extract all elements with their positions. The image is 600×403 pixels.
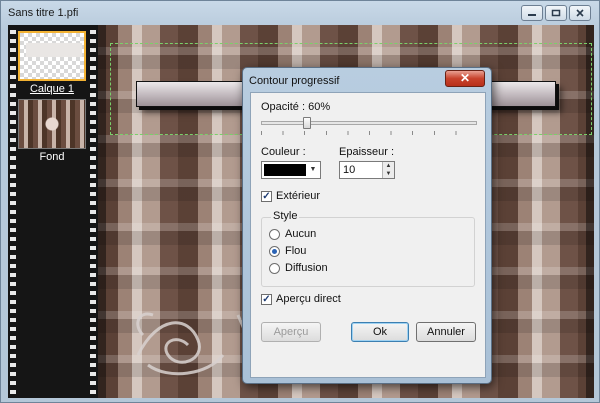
thickness-label: Epaisseur : (339, 146, 395, 158)
preview-button[interactable]: Aperçu (261, 322, 321, 342)
layer-label-calque-1[interactable]: Calque 1 (18, 83, 86, 95)
color-label: Couleur : (261, 146, 306, 158)
live-preview-checkbox[interactable]: ✓ (261, 294, 272, 305)
dialog-body: Opacité : 60% Couleur : ▼ Epaisseur : 10… (250, 92, 486, 378)
minimize-icon[interactable] (521, 5, 543, 21)
exterior-checkbox[interactable]: ✓ (261, 191, 272, 202)
spin-down-icon[interactable]: ▼ (383, 170, 394, 178)
spin-up-icon[interactable]: ▲ (383, 162, 394, 170)
exterior-label: Extérieur (276, 190, 321, 202)
ok-button[interactable]: Ok (351, 322, 409, 342)
window-controls (521, 5, 591, 21)
layer-label-fond[interactable]: Fond (18, 151, 86, 163)
spinner-arrows: ▲ ▼ (382, 162, 394, 178)
opacity-label: Opacité : 60% (261, 101, 331, 113)
opacity-slider-thumb[interactable] (302, 117, 311, 129)
layer-thumbnail-calque-1[interactable] (18, 31, 86, 81)
film-perforation-left (10, 25, 16, 398)
close-icon[interactable] (569, 5, 591, 21)
thickness-spinner[interactable]: 10 ▲ ▼ (339, 161, 395, 179)
workspace: Calque 1 Fond Contour progressif ✕ Opaci… (8, 25, 594, 398)
style-label-diffusion: Diffusion (285, 262, 328, 274)
layer-thumbnail-fond[interactable] (18, 99, 86, 149)
thickness-value[interactable]: 10 (343, 164, 355, 176)
film-perforation-right (90, 25, 96, 398)
style-label-flou: Flou (285, 245, 307, 257)
style-radio-flou[interactable] (269, 246, 280, 257)
color-picker[interactable]: ▼ (261, 161, 321, 179)
color-swatch (264, 164, 306, 176)
style-group-label: Style (271, 210, 300, 222)
window-title: Sans titre 1.pfi (8, 7, 79, 19)
maximize-icon[interactable] (545, 5, 567, 21)
style-radio-aucun[interactable] (269, 229, 280, 240)
cancel-button[interactable]: Annuler (416, 322, 476, 342)
style-label-aucun: Aucun (285, 228, 317, 240)
opacity-slider-ticks (261, 131, 477, 135)
close-icon: ✕ (459, 71, 471, 85)
style-radio-diffusion[interactable] (269, 263, 280, 274)
dialog-close-button[interactable]: ✕ (445, 70, 485, 87)
feather-dialog: Contour progressif ✕ Opacité : 60% Coule… (242, 67, 492, 384)
opacity-slider-track[interactable] (261, 121, 477, 125)
app-window: Sans titre 1.pfi Calque 1 Fond Contour p… (0, 0, 600, 403)
dialog-title: Contour progressif (249, 75, 340, 87)
layer-strip: Calque 1 Fond (8, 25, 98, 398)
chevron-down-icon[interactable]: ▼ (307, 163, 319, 177)
live-preview-label: Aperçu direct (276, 293, 341, 305)
